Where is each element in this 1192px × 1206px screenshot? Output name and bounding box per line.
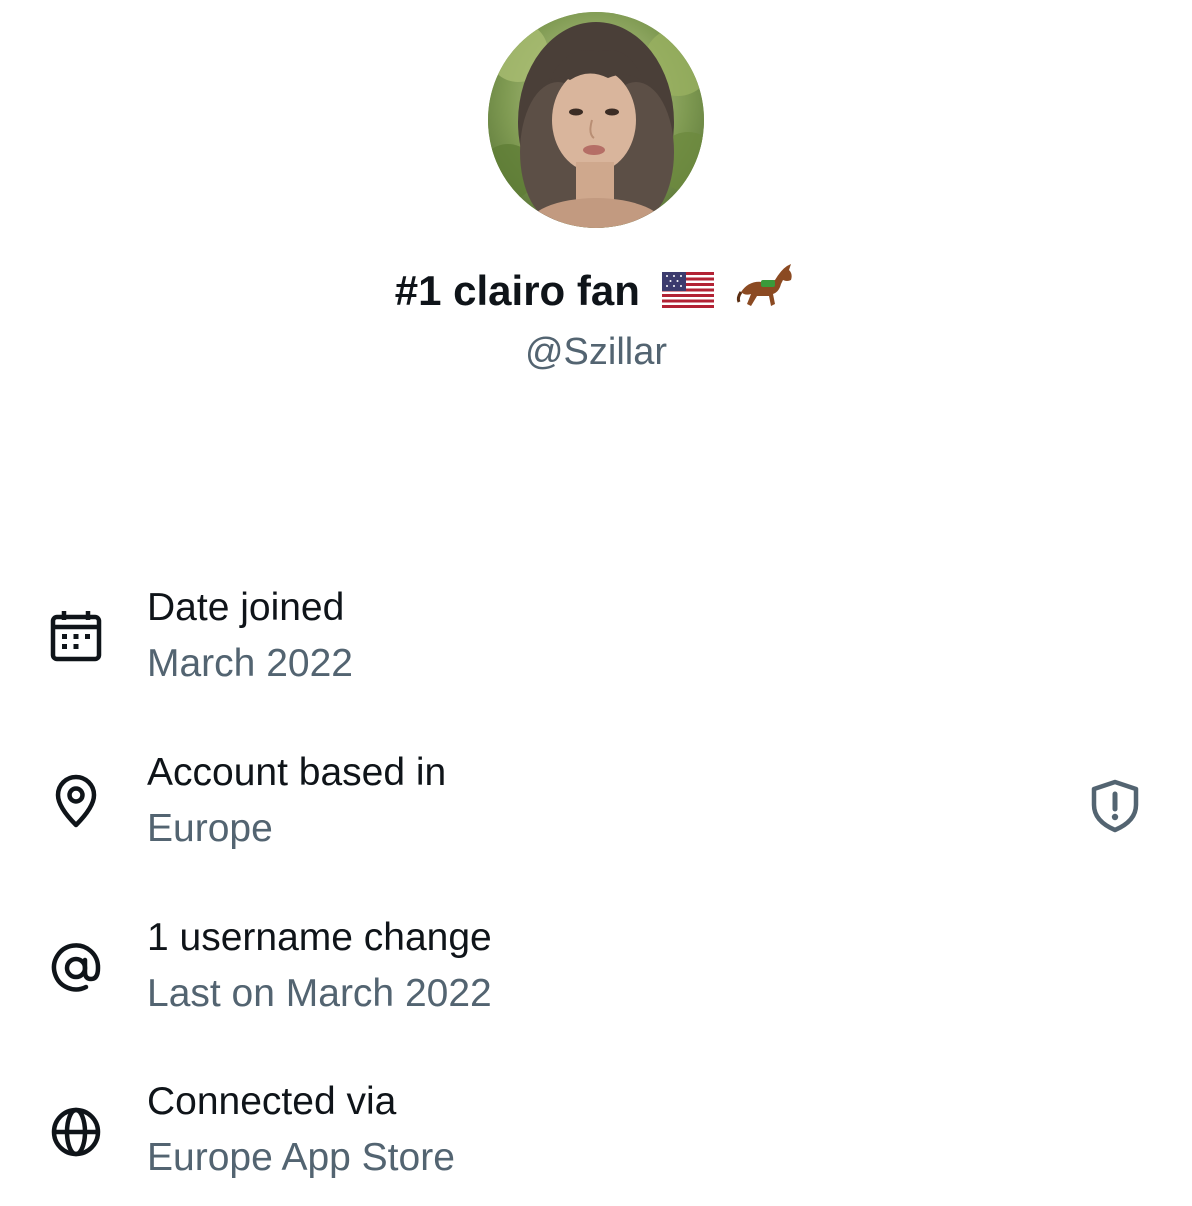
date-joined-label: Date joined: [147, 586, 345, 629]
connected-via-row: Connected via Europe App Store: [0, 1076, 1192, 1206]
username-handle: @Szillar: [524, 331, 668, 373]
username-change-value: Last on March 2022: [147, 972, 492, 1015]
date-joined-value: March 2022: [147, 642, 353, 685]
profile-photo: [488, 12, 704, 228]
calendar-icon: [46, 606, 106, 666]
avatar[interactable]: [488, 12, 704, 228]
account-based-in-row: Account based in Europe: [0, 747, 1192, 877]
account-based-in-label: Account based in: [147, 751, 447, 794]
display-name: #1 clairo fan: [394, 267, 640, 315]
shield-alert-icon[interactable]: [1086, 777, 1144, 835]
date-joined-row: Date joined March 2022: [0, 582, 1192, 712]
username-change-label: 1 username change: [147, 916, 492, 959]
at-sign-icon: [46, 938, 106, 998]
horse-racing-icon: [735, 262, 797, 326]
location-pin-icon: [46, 771, 106, 831]
connected-via-value: Europe App Store: [147, 1136, 455, 1179]
connected-via-label: Connected via: [147, 1080, 397, 1123]
display-name-row: #1 clairo fan: [0, 262, 1192, 326]
username-change-row: 1 username change Last on March 2022: [0, 912, 1192, 1042]
account-based-in-value: Europe: [147, 807, 273, 850]
flag-us-icon: [661, 266, 714, 322]
globe-icon: [46, 1102, 106, 1162]
